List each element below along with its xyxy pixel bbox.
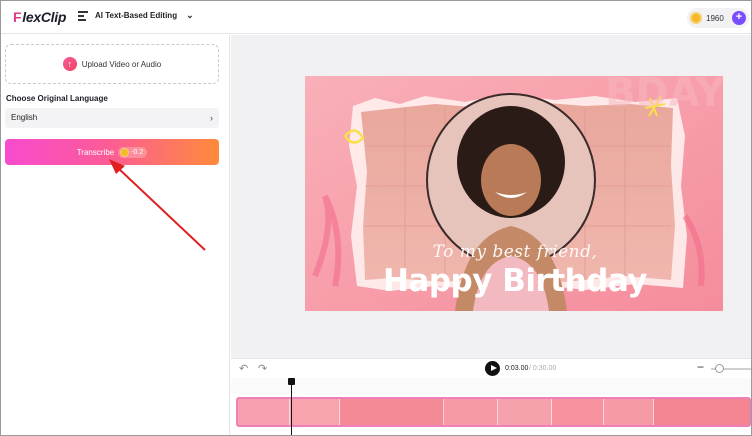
clip-thumbnail [238,399,290,425]
play-button[interactable] [485,361,500,376]
flexclip-logo[interactable]: FlexClip [13,9,66,25]
timeline [231,378,751,435]
coin-icon [120,147,130,157]
total-time: / 0:30.00 [529,365,557,372]
canvas-title[interactable]: Happy Birthday [365,263,665,299]
preview-area: BDAY To my best friend, Happy Birthday [231,35,751,358]
undo-icon[interactable]: ↶ [239,362,248,375]
credits-badge[interactable]: 1960 + [687,8,749,28]
transcribe-label: Transcribe [76,147,115,157]
left-panel: ↑ Upload Video or Audio Choose Original … [1,35,230,435]
language-select[interactable]: English › [5,108,219,128]
clip-thumbnail [654,399,749,425]
video-canvas[interactable]: BDAY To my best friend, Happy Birthday [305,76,723,311]
zoom-slider-handle[interactable] [715,364,724,373]
chevron-right-icon: › [210,113,213,123]
language-value: English [11,113,38,122]
coin-icon [690,12,702,24]
cost-value: -0.2 [131,148,144,156]
add-credits-button[interactable]: + [732,11,746,25]
clip-thumbnail [498,399,552,425]
timeline-ruler[interactable] [231,378,751,394]
svg-text:BDAY: BDAY [605,76,723,116]
upload-label: Upload Video or Audio [81,59,162,69]
redo-icon[interactable]: ↷ [258,362,267,375]
transport-bar: ↶ ↷ 0:03.00 / 0:30.00 − [231,358,751,378]
zoom-out-icon[interactable]: − [697,360,704,374]
clip-thumbnail [604,399,654,425]
clip-thumbnail [444,399,498,425]
text-edit-icon [78,10,89,21]
playhead-line [291,378,292,435]
video-clip-track[interactable] [236,397,751,427]
upload-icon: ↑ [62,57,77,71]
upload-dropzone[interactable]: ↑ Upload Video or Audio [5,44,219,84]
clip-thumbnail [290,399,340,425]
canvas-subtitle[interactable]: To my best friend, [415,242,615,262]
mode-label: AI Text-Based Editing [95,11,178,20]
credits-count: 1960 [706,13,724,23]
clip-thumbnail [552,399,604,425]
current-time: 0:03.00 [505,365,529,372]
mode-selector[interactable]: AI Text-Based Editing ⌄ [78,10,194,21]
transcribe-button[interactable]: Transcribe -0.2 [5,139,219,165]
clip-thumbnail [340,399,444,425]
top-bar: FlexClip AI Text-Based Editing ⌄ 1960 + [1,1,751,34]
language-label: Choose Original Language [6,94,108,103]
cost-badge: -0.2 [118,146,148,158]
chevron-down-icon: ⌄ [186,10,194,20]
